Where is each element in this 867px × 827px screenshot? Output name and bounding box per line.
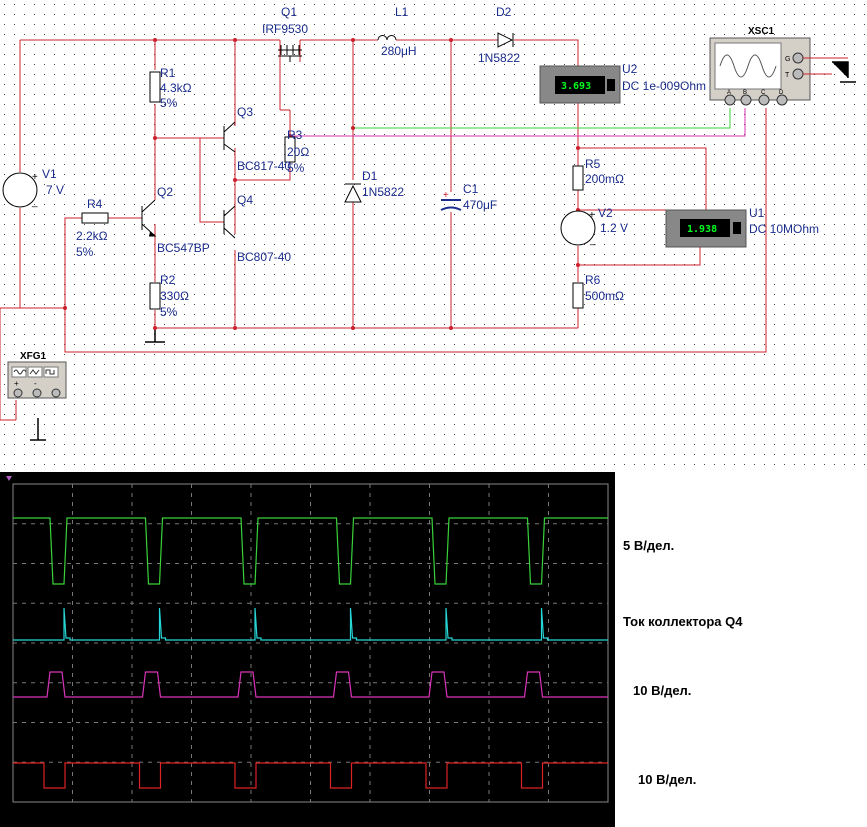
r2-tolerance: 5% (160, 305, 178, 319)
v2-value: 1.2 V (600, 221, 628, 235)
q4-value: BC807-40 (237, 250, 291, 264)
xsc1-pin-c: C (761, 90, 766, 96)
r5-value: 200mΩ (585, 172, 624, 186)
circuit-schematic: + _ V1 7 V R1 4.3kΩ 5% R2 330Ω 5% R3 20Ω… (0, 0, 867, 472)
r5-ref: R5 (585, 157, 601, 171)
xsc1-ref: XSC1 (748, 26, 775, 37)
svg-text:+: + (443, 190, 449, 201)
oscilloscope-display (0, 472, 615, 827)
r4-tolerance: 5% (76, 245, 94, 259)
ch3-scale-label: 10 В/дел. (633, 683, 692, 698)
xfg1-pin-minus: - (34, 379, 37, 388)
q2-value: BC547BP (157, 241, 210, 255)
u2-mode: DC 1e-009Ohm (622, 79, 706, 93)
c1-ref: C1 (463, 182, 479, 196)
d2-value: 1N5822 (478, 51, 520, 65)
d1-value: 1N5822 (362, 185, 404, 199)
q3-value: BC817-40 (237, 159, 291, 173)
u1-ref: U1 (749, 206, 765, 220)
d1-ref: D1 (362, 169, 378, 183)
r4-value: 2.2kΩ (76, 229, 108, 243)
ch4-scale-label: 10 В/дел. (638, 772, 697, 787)
r3-value: 20Ω (287, 145, 309, 159)
xsc1-pin-d: D (779, 90, 784, 96)
svg-text:+: + (32, 172, 38, 183)
svg-text:_: _ (31, 197, 38, 208)
xsc1-pin-a: A (727, 90, 731, 96)
r6-ref: R6 (585, 273, 601, 287)
r1-ref: R1 (160, 66, 176, 80)
xsc1-t-label: T (785, 72, 790, 79)
xsc1-g-label: G (785, 56, 790, 63)
svg-text:+: + (589, 210, 595, 221)
r4-ref: R4 (87, 197, 103, 211)
l1-value: 280μH (381, 44, 417, 58)
q1-ref: Q1 (281, 5, 297, 19)
u2-reading: 3.693 (561, 81, 591, 92)
q2-ref: Q2 (157, 185, 173, 199)
u1-reading: 1.938 (687, 224, 717, 235)
l1-ref: L1 (395, 5, 409, 19)
r6-value: 500mΩ (585, 289, 624, 303)
v1-value: 7 V (46, 183, 64, 197)
xfg1-pin-plus: + (14, 379, 19, 388)
svg-text:_: _ (589, 235, 596, 246)
ch2-label: Ток коллектора Q4 (623, 614, 743, 629)
q3-ref: Q3 (237, 105, 253, 119)
r1-tolerance: 5% (160, 96, 178, 110)
v2-ref: V2 (598, 206, 613, 220)
q1-value: IRF9530 (262, 22, 308, 36)
u2-ref: U2 (622, 62, 638, 76)
xsc1-pin-b: B (743, 90, 747, 96)
v1-ref: V1 (42, 167, 57, 181)
r1-value: 4.3kΩ (160, 81, 192, 95)
q4-ref: Q4 (237, 193, 253, 207)
r2-value: 330Ω (160, 289, 189, 303)
d2-ref: D2 (496, 5, 512, 19)
xfg1-ref: XFG1 (20, 351, 47, 362)
r3-ref: R3 (287, 128, 303, 142)
ch1-scale-label: 5 В/дел. (623, 538, 675, 553)
c1-value: 470μF (463, 198, 497, 212)
r2-ref: R2 (160, 273, 176, 287)
u1-mode: DC 10MOhm (749, 222, 819, 236)
